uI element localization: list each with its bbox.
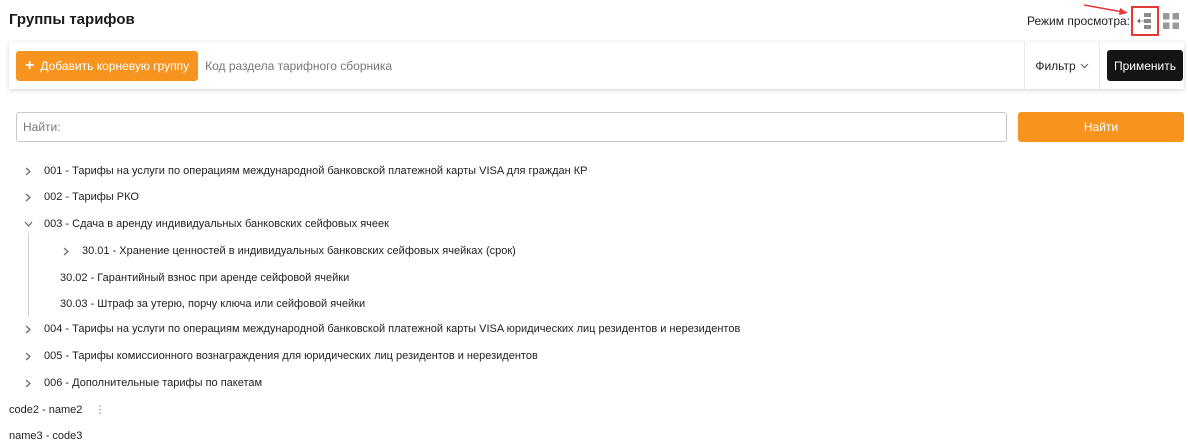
- chevron-right-icon[interactable]: [22, 165, 34, 177]
- tree-item[interactable]: 005 - Тарифы комиссионного вознаграждени…: [22, 343, 538, 369]
- chevron-down-icon: [1080, 63, 1089, 68]
- tree-item-label: 004 - Тарифы на услуги по операциям межд…: [44, 323, 741, 335]
- chevron-right-icon[interactable]: [22, 377, 34, 389]
- tree-item-label: 001 - Тарифы на услуги по операциям межд…: [44, 165, 588, 177]
- plus-icon: +: [25, 56, 35, 74]
- add-root-group-button[interactable]: + Добавить корневую группу: [16, 50, 199, 81]
- tree-view-button[interactable]: [1131, 6, 1159, 36]
- tree-item[interactable]: 006 - Дополнительные тарифы по пакетам: [22, 370, 262, 396]
- search-button[interactable]: Найти: [1018, 112, 1184, 142]
- tree-item-label: 30.02 - Гарантийный взнос при аренде сей…: [60, 272, 350, 284]
- search-input[interactable]: [16, 112, 1007, 142]
- page-title: Группы тарифов: [9, 11, 135, 28]
- tree-item[interactable]: name3 - code3: [9, 423, 82, 441]
- tree-item-label: name3 - code3: [9, 430, 83, 441]
- tree-guide-line: [28, 233, 29, 317]
- tree-item-label: 30.01 - Хранение ценностей в индивидуаль…: [82, 245, 516, 257]
- tree-item[interactable]: 001 - Тарифы на услуги по операциям межд…: [22, 158, 588, 184]
- tree-view-icon: [1137, 13, 1151, 29]
- tree-item-label: 005 - Тарифы комиссионного вознаграждени…: [44, 350, 538, 362]
- divider: [1099, 42, 1100, 89]
- tree-item[interactable]: 30.01 - Хранение ценностей в индивидуаль…: [60, 238, 516, 264]
- add-root-group-label: Добавить корневую группу: [40, 58, 190, 73]
- tree-item[interactable]: 002 - Тарифы РКО: [22, 184, 139, 210]
- tree-item-label: 006 - Дополнительные тарифы по пакетам: [44, 377, 263, 389]
- chevron-right-icon[interactable]: [22, 350, 34, 362]
- tree-item-label: 003 - Сдача в аренду индивидуальных банк…: [44, 218, 389, 230]
- chevron-down-icon[interactable]: [22, 218, 34, 230]
- grid-view-button[interactable]: [1160, 9, 1182, 33]
- filter-dropdown[interactable]: Фильтр: [1025, 42, 1099, 89]
- tree-item[interactable]: code2 - name2 ⋮: [9, 397, 105, 423]
- filter-label: Фильтр: [1035, 58, 1076, 73]
- tree-item[interactable]: 004 - Тарифы на услуги по операциям межд…: [22, 316, 740, 342]
- tree-item-label: code2 - name2: [9, 404, 83, 416]
- tree-item[interactable]: 30.03 - Штраф за утерю, порчу ключа или …: [60, 291, 365, 317]
- kebab-menu-icon[interactable]: ⋮: [94, 404, 105, 416]
- tree-item-label: 002 - Тарифы РКО: [44, 191, 139, 203]
- grid-view-icon: [1163, 13, 1179, 29]
- toolbar: + Добавить корневую группу Фильтр Примен…: [9, 42, 1184, 89]
- chevron-right-icon[interactable]: [60, 245, 72, 257]
- chevron-right-icon[interactable]: [22, 323, 34, 335]
- annotation-arrow-icon: [1083, 4, 1128, 15]
- section-code-input[interactable]: [198, 50, 1024, 81]
- tree-item[interactable]: 003 - Сдача в аренду индивидуальных банк…: [22, 211, 389, 237]
- tree-item[interactable]: 30.02 - Гарантийный взнос при аренде сей…: [60, 265, 349, 291]
- apply-button[interactable]: Применить: [1107, 50, 1183, 81]
- chevron-right-icon[interactable]: [22, 191, 34, 203]
- tree-item-label: 30.03 - Штраф за утерю, порчу ключа или …: [60, 298, 366, 310]
